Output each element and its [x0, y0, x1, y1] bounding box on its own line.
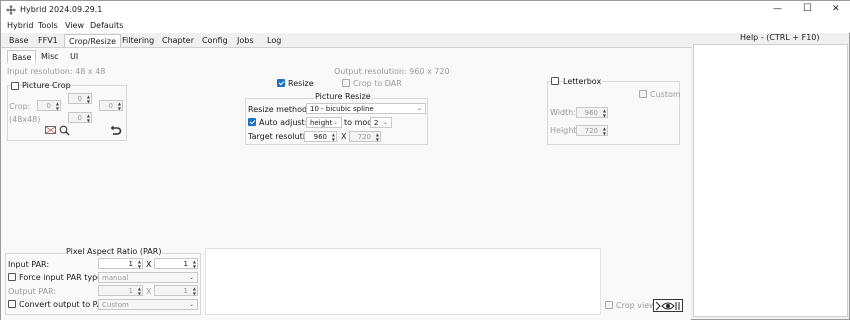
input-resolution-text: Input resolution: 48 x 48: [7, 67, 106, 76]
auto-adjust-value: height: [310, 119, 333, 127]
subtab-base[interactable]: Base: [7, 50, 37, 63]
crop-view-label: Crop view: [616, 301, 656, 310]
mod-value: 2: [374, 119, 379, 127]
resize-checkbox[interactable]: [277, 79, 285, 87]
input-par-label: Input PAR:: [8, 260, 50, 269]
resize-method-label: Resize method:: [248, 105, 310, 114]
subtab-misc[interactable]: Misc: [41, 52, 59, 61]
tab-jobs[interactable]: Jobs: [233, 34, 258, 48]
crop-bottom-spin[interactable]: 0: [68, 112, 92, 123]
tab-log[interactable]: Log: [263, 34, 285, 48]
tab-chapter[interactable]: Chapter: [158, 34, 198, 48]
output-par-a-spin[interactable]: 1: [98, 285, 143, 296]
eye-icon: [655, 301, 680, 311]
letterbox-height-label: Height:: [550, 126, 580, 135]
picture-crop-checkbox[interactable]: [11, 82, 19, 90]
tab-base[interactable]: Base: [5, 34, 32, 48]
help-pane: [693, 44, 848, 317]
tab-config[interactable]: Config: [198, 34, 232, 48]
chevron-down-icon: ⌄: [188, 301, 194, 308]
tab-filtering[interactable]: Filtering: [118, 34, 158, 48]
crop-top-spin[interactable]: 0: [68, 93, 92, 104]
auto-adjust-checkbox[interactable]: [248, 118, 256, 126]
undo-icon[interactable]: [110, 125, 122, 136]
auto-adjust-label: Auto adjust:: [259, 118, 308, 127]
subtab-ui[interactable]: UI: [70, 52, 78, 61]
chevron-down-icon: ⌄: [188, 274, 194, 281]
menu-view[interactable]: View: [65, 21, 84, 30]
convert-par-select[interactable]: Custom ⌄: [98, 299, 198, 310]
preview-area: [205, 248, 601, 315]
crop-to-dar-checkbox[interactable]: [342, 79, 350, 87]
chevron-down-icon: ⌄: [382, 119, 388, 126]
menu-bar: Hybrid Tools View Defaults: [1, 19, 850, 33]
input-par-x-label: X: [146, 260, 152, 269]
auto-adjust-select[interactable]: height ⌄: [306, 117, 342, 128]
letterbox-custom-label: Custom: [650, 90, 681, 99]
tab-ffv1[interactable]: FFV1: [34, 34, 62, 48]
window-title: Hybrid 2024.09.29.1: [20, 5, 103, 14]
help-title: Help - (CTRL + F10): [740, 33, 820, 42]
letterbox-width-label: Width:: [550, 108, 576, 117]
convert-par-label: Convert output to PAR:: [19, 300, 111, 309]
input-par-b-spin[interactable]: 1: [154, 258, 198, 269]
zoom-icon[interactable]: [59, 125, 70, 136]
close-button[interactable]: ✕: [832, 4, 840, 14]
app-logo-icon: [6, 5, 16, 15]
target-height-spin[interactable]: 720: [349, 131, 381, 142]
output-par-label: Output PAR:: [8, 287, 57, 296]
picture-resize-title: Picture Resize: [314, 92, 372, 101]
resize-method-value: 10 - bicubic spline: [310, 105, 374, 113]
crop-label: Crop:: [9, 102, 31, 111]
force-par-select[interactable]: manual ⌄: [98, 272, 198, 283]
crop-left-spin[interactable]: 0: [37, 100, 61, 111]
menu-tools[interactable]: Tools: [38, 21, 58, 30]
menu-hybrid[interactable]: Hybrid: [7, 21, 33, 30]
input-par-a-spin[interactable]: 1: [98, 258, 143, 269]
letterbox-custom-checkbox[interactable]: [639, 90, 647, 98]
target-width-spin[interactable]: 960: [304, 131, 337, 142]
maximize-button[interactable]: ☐: [803, 3, 812, 14]
force-par-label: Force input PAR type:: [19, 273, 105, 282]
force-par-value: manual: [102, 274, 129, 282]
menu-defaults[interactable]: Defaults: [90, 21, 123, 30]
minimize-button[interactable]: —: [773, 4, 782, 14]
resize-method-select[interactable]: 10 - bicubic spline ⌄: [306, 103, 426, 114]
app-window: Hybrid 2024.09.29.1 — ☐ ✕ Hybrid Tools V…: [0, 0, 850, 320]
output-par-b-spin[interactable]: 1: [154, 285, 198, 296]
crop-to-dar-label: Crop to DAR: [353, 79, 402, 88]
picture-crop-label: Picture Crop: [22, 81, 71, 90]
force-par-checkbox[interactable]: [8, 273, 16, 281]
letterbox-label: Letterbox: [562, 77, 603, 86]
to-mod-label: to mod: [344, 118, 373, 127]
crop-view-checkbox[interactable]: [605, 301, 613, 309]
letterbox-height-spin[interactable]: 720: [576, 125, 608, 136]
output-par-x-label: X: [146, 287, 152, 296]
letterbox-width-spin[interactable]: 960: [576, 107, 608, 118]
title-bar: Hybrid 2024.09.29.1 — ☐ ✕: [1, 1, 850, 19]
letterbox-checkbox[interactable]: [551, 77, 559, 85]
chevron-down-icon: ⌄: [332, 119, 338, 126]
chevron-down-icon: ⌄: [416, 105, 422, 112]
auto-crop-icon[interactable]: [45, 125, 57, 135]
preview-toggle-button[interactable]: [653, 299, 683, 312]
par-title: Pixel Aspect Ratio (PAR): [65, 247, 163, 256]
crop-size-label: (48x48): [9, 115, 41, 124]
resize-label: Resize: [288, 79, 314, 88]
convert-par-value: Custom: [102, 301, 129, 309]
target-x-label: X: [341, 132, 347, 141]
output-resolution-text: Output resolution: 960 x 720: [334, 67, 450, 76]
convert-par-checkbox[interactable]: [8, 300, 16, 308]
mod-select[interactable]: 2 ⌄: [370, 117, 392, 128]
tab-crop-resize[interactable]: Crop/Resize: [64, 34, 121, 48]
crop-right-spin[interactable]: 0: [99, 100, 123, 111]
